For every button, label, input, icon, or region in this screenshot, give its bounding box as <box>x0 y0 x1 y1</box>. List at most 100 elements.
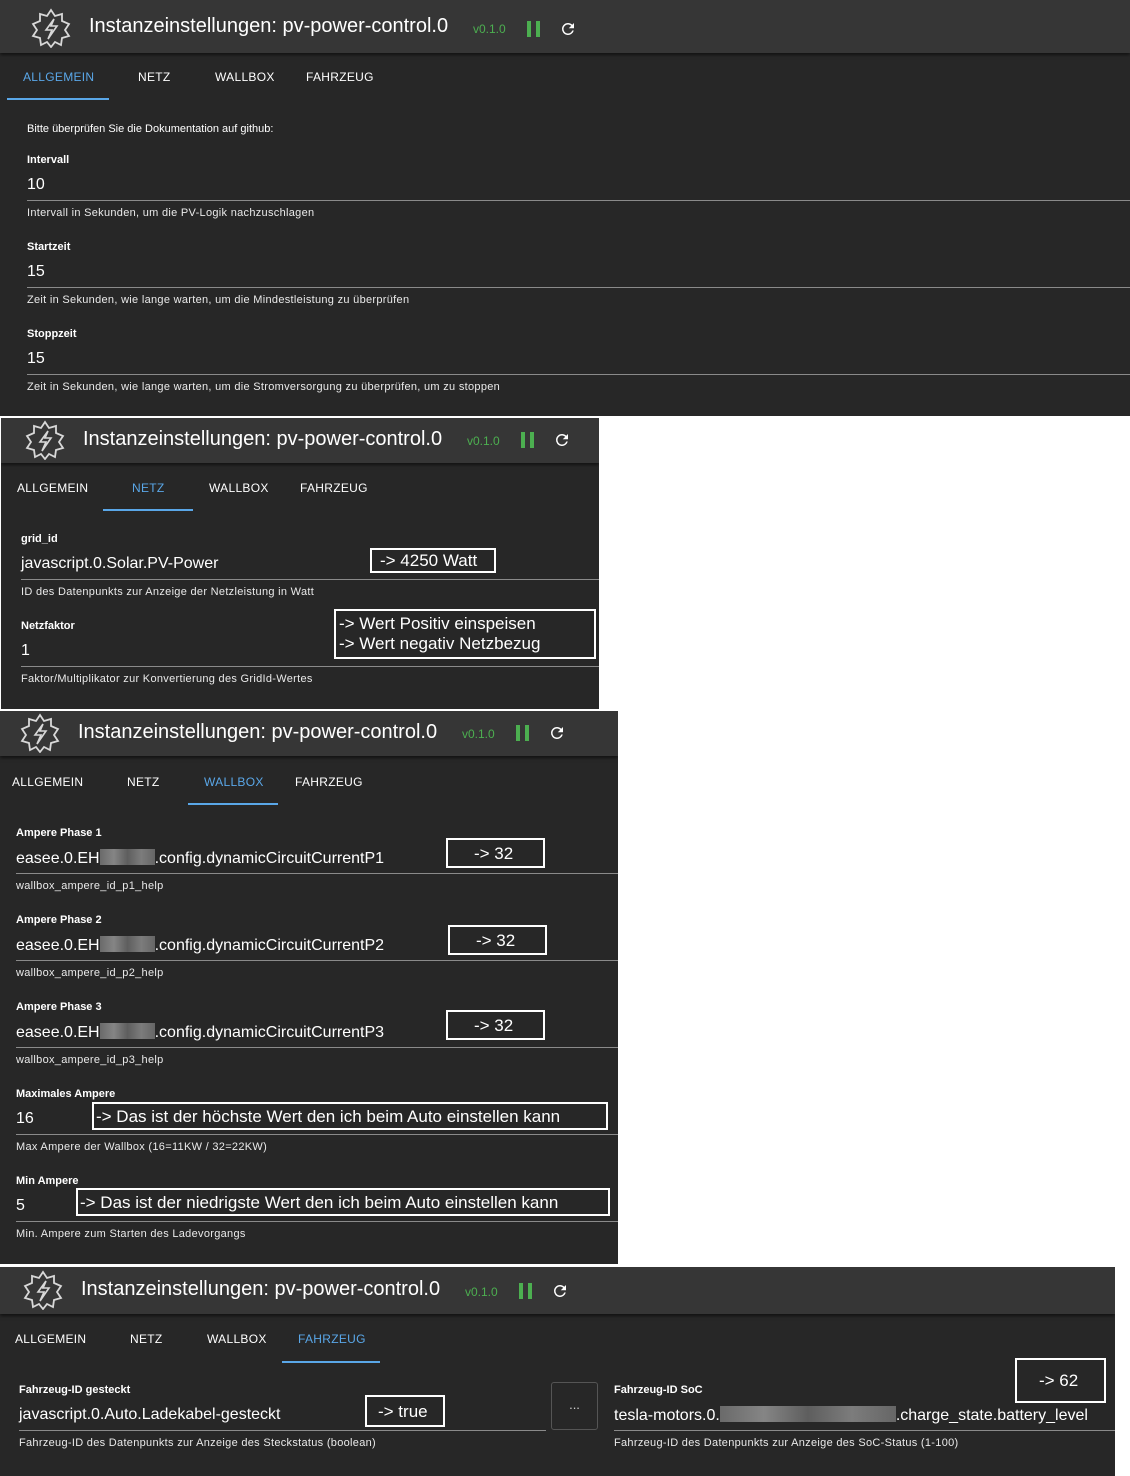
min-ampere-input[interactable]: 5 <box>16 1197 25 1215</box>
redacted-blur <box>99 1023 155 1039</box>
tab-indicator <box>188 803 278 805</box>
grid-id-input[interactable]: javascript.0.Solar.PV-Power <box>21 555 218 573</box>
intervall-input[interactable]: 10 <box>27 176 45 194</box>
ampere-phase-3-suffix: .config.dynamicCircuitCurrentP3 <box>154 1024 385 1041</box>
grid-id-label: grid_id <box>21 533 58 545</box>
vehicle-plugged-input[interactable]: javascript.0.Auto.Ladekabel-gesteckt <box>19 1406 280 1424</box>
netzfaktor-annotation-2: -> Wert negativ Netzbezug <box>339 634 541 653</box>
ampere-phase-3-label: Ampere Phase 3 <box>16 1001 102 1013</box>
netzfaktor-input[interactable]: 1 <box>21 642 30 660</box>
version-badge: v0.1.0 <box>473 22 506 36</box>
vehicle-plugged-underline <box>19 1430 546 1431</box>
ampere-phase-1-suffix: .config.dynamicCircuitCurrentP1 <box>154 850 385 867</box>
netzfaktor-help: Faktor/Multiplikator zur Konvertierung d… <box>21 673 313 685</box>
stoppzeit-help: Zeit in Sekunden, wie lange warten, um d… <box>27 381 501 393</box>
reload-icon[interactable] <box>553 431 571 449</box>
grid-id-underline <box>21 579 599 580</box>
grid-id-help: ID des Datenpunkts zur Anzeige der Netzl… <box>21 586 315 598</box>
startzeit-input[interactable]: 15 <box>27 263 45 281</box>
adapter-logo-icon <box>25 420 65 460</box>
tab-fahrzeug[interactable]: FAHRZEUG <box>298 1332 366 1346</box>
page-title: Instanzeinstellungen: pv-power-control.0 <box>81 1278 441 1300</box>
page-title: Instanzeinstellungen: pv-power-control.0 <box>83 428 443 450</box>
max-ampere-annotation: -> Das ist der höchste Wert den ich beim… <box>96 1107 561 1126</box>
pause-icon[interactable] <box>521 432 535 448</box>
reload-icon[interactable] <box>548 724 566 742</box>
ampere-phase-1-label: Ampere Phase 1 <box>16 827 102 839</box>
vehicle-soc-help: Fahrzeug-ID des Datenpunkts zur Anzeige … <box>614 1437 959 1449</box>
stoppzeit-label: Stoppzeit <box>27 328 77 340</box>
stoppzeit-input[interactable]: 15 <box>27 350 45 368</box>
tab-allgemein[interactable]: ALLGEMEIN <box>12 775 83 789</box>
reload-icon[interactable] <box>551 1282 569 1300</box>
ampere-phase-2-input[interactable]: easee.0.EH .config.dynamicCircuitCurrentP… <box>16 936 384 955</box>
tab-netz[interactable]: NETZ <box>127 775 160 789</box>
intervall-help: Intervall in Sekunden, um die PV-Logik n… <box>27 207 315 219</box>
tab-wallbox[interactable]: WALLBOX <box>204 775 264 789</box>
tab-fahrzeug[interactable]: FAHRZEUG <box>306 70 374 84</box>
pause-icon[interactable] <box>519 1283 533 1299</box>
pause-icon[interactable] <box>516 725 530 741</box>
documentation-note: Bitte überprüfen Sie die Dokumentation a… <box>27 123 274 135</box>
panel-allgemein: Instanzeinstellungen: pv-power-control.0… <box>0 0 1130 416</box>
ampere-phase-1-prefix: easee.0.EH <box>16 850 100 867</box>
tab-wallbox[interactable]: WALLBOX <box>207 1332 267 1346</box>
intervall-underline <box>27 200 1130 201</box>
tab-fahrzeug[interactable]: FAHRZEUG <box>295 775 363 789</box>
stoppzeit-underline <box>27 374 1130 375</box>
intervall-label: Intervall <box>27 154 70 166</box>
redacted-blur <box>99 849 155 865</box>
tab-allgemein[interactable]: ALLGEMEIN <box>15 1332 86 1346</box>
min-ampere-help: Min. Ampere zum Starten des Ladevorgangs <box>16 1228 246 1240</box>
netzfaktor-label: Netzfaktor <box>21 620 75 632</box>
version-badge: v0.1.0 <box>462 727 495 741</box>
netzfaktor-underline <box>21 666 599 667</box>
tab-wallbox[interactable]: WALLBOX <box>209 481 269 495</box>
ampere-phase-2-underline <box>16 960 618 961</box>
min-ampere-annotation: -> Das ist der niedrigste Wert den ich b… <box>80 1193 559 1212</box>
pause-icon[interactable] <box>527 21 541 37</box>
panel-fahrzeug: Instanzeinstellungen: pv-power-control.0… <box>0 1267 1115 1476</box>
reload-icon[interactable] <box>559 20 577 38</box>
ampere-phase-1-input[interactable]: easee.0.EH .config.dynamicCircuitCurrentP… <box>16 849 384 868</box>
ampere-phase-2-suffix: .config.dynamicCircuitCurrentP2 <box>154 937 385 954</box>
redacted-blur <box>99 936 155 952</box>
ampere-phase-1-underline <box>16 873 618 874</box>
tab-wallbox[interactable]: WALLBOX <box>215 70 275 84</box>
tab-indicator <box>103 509 193 511</box>
startzeit-help: Zeit in Sekunden, wie lange warten, um d… <box>27 294 410 306</box>
max-ampere-help: Max Ampere der Wallbox (16=11KW / 32=22K… <box>16 1141 268 1153</box>
tab-allgemein[interactable]: ALLGEMEIN <box>23 70 94 84</box>
tab-fahrzeug[interactable]: FAHRZEUG <box>300 481 368 495</box>
tab-netz[interactable]: NETZ <box>132 481 165 495</box>
ampere-phase-1-help: wallbox_ampere_id_p1_help <box>16 880 164 892</box>
ampere-phase-3-underline <box>16 1047 618 1048</box>
title-bar: Instanzeinstellungen: pv-power-control.0… <box>0 711 618 756</box>
min-ampere-label: Min Ampere <box>16 1175 79 1187</box>
ampere-phase-3-input[interactable]: easee.0.EH .config.dynamicCircuitCurrentP… <box>16 1023 384 1042</box>
tab-netz[interactable]: NETZ <box>130 1332 163 1346</box>
version-badge: v0.1.0 <box>467 434 500 448</box>
ampere-phase-2-label: Ampere Phase 2 <box>16 914 102 926</box>
vehicle-plugged-annotation: -> true <box>378 1402 428 1421</box>
select-id-button[interactable]: ... <box>551 1382 598 1430</box>
version-badge: v0.1.0 <box>465 1285 498 1299</box>
vehicle-soc-label: Fahrzeug-ID SoC <box>614 1384 703 1396</box>
redacted-blur <box>719 1406 896 1422</box>
startzeit-label: Startzeit <box>27 241 71 253</box>
adapter-logo-icon <box>31 8 71 48</box>
tab-netz[interactable]: NETZ <box>138 70 171 84</box>
page-title: Instanzeinstellungen: pv-power-control.0 <box>89 15 449 37</box>
tab-allgemein[interactable]: ALLGEMEIN <box>17 481 88 495</box>
title-bar: Instanzeinstellungen: pv-power-control.0… <box>0 0 1130 53</box>
startzeit-underline <box>27 287 1130 288</box>
netzfaktor-annotation-1: -> Wert Positiv einspeisen <box>339 614 536 633</box>
vehicle-plugged-help: Fahrzeug-ID des Datenpunkts zur Anzeige … <box>19 1437 377 1449</box>
max-ampere-label: Maximales Ampere <box>16 1088 116 1100</box>
vehicle-soc-prefix: tesla-motors.0. <box>614 1407 720 1424</box>
vehicle-soc-input[interactable]: tesla-motors.0. .charge_state.battery_lev… <box>614 1406 1088 1425</box>
ampere-phase-3-help: wallbox_ampere_id_p3_help <box>16 1054 164 1066</box>
max-ampere-input[interactable]: 16 <box>16 1110 34 1128</box>
ampere-phase-3-annotation: -> 32 <box>474 1016 514 1035</box>
ampere-phase-3-prefix: easee.0.EH <box>16 1024 100 1041</box>
